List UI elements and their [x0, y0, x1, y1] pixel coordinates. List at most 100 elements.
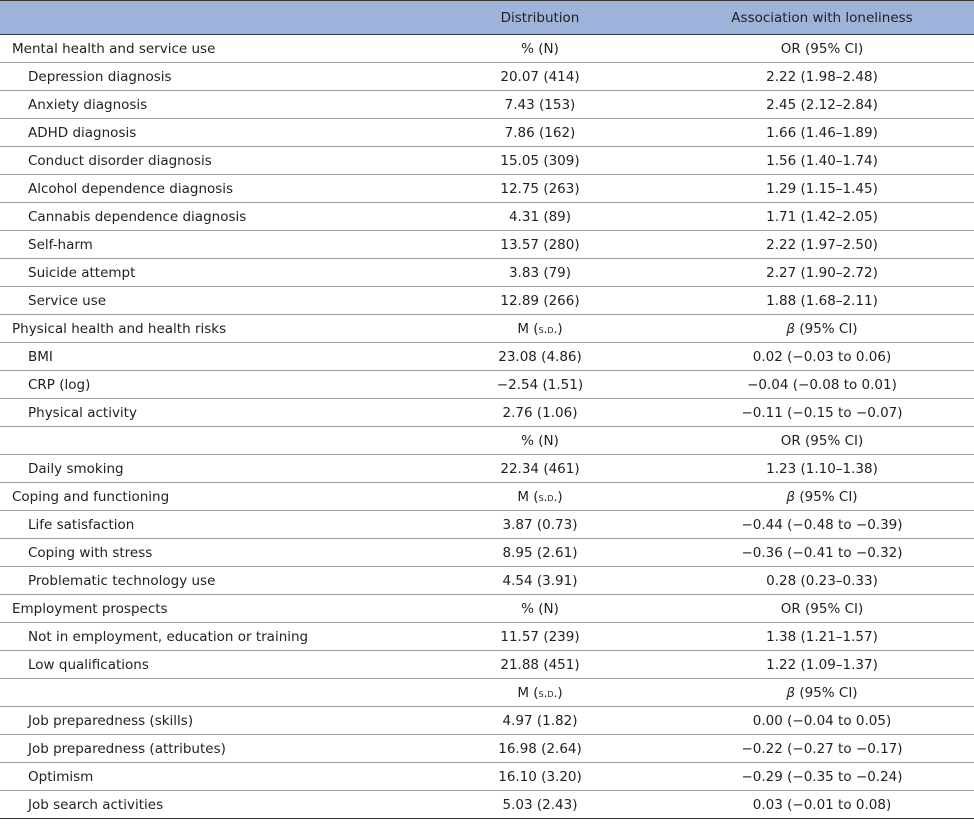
- association-cell: −0.04 (−0.08 to 0.01): [670, 370, 974, 399]
- distribution-cell: 3.83 (79): [410, 258, 670, 287]
- association-cell: −0.29 (−0.35 to −0.24): [670, 762, 974, 791]
- header-association: Association with loneliness: [670, 0, 974, 35]
- distribution-cell: M (s.d.): [410, 482, 670, 511]
- association-cell: β (95% CI): [670, 482, 974, 511]
- distribution-sd: s.d.: [538, 685, 558, 700]
- row-label: Job search activities: [0, 790, 410, 819]
- section-label: Mental health and service use: [0, 34, 410, 63]
- row-label: CRP (log): [0, 370, 410, 399]
- association-cell: 1.22 (1.09–1.37): [670, 650, 974, 679]
- distribution-sd: s.d.: [538, 321, 558, 336]
- row-label: Service use: [0, 286, 410, 315]
- distribution-suffix: ): [557, 488, 563, 505]
- distribution-cell: % (N): [410, 594, 670, 623]
- beta-symbol: β: [786, 320, 796, 337]
- distribution-cell: 12.75 (263): [410, 174, 670, 203]
- beta-symbol: β: [786, 684, 796, 701]
- table-row: Coping with stress 8.95 (2.61) −0.36 (−0.4…: [0, 538, 974, 567]
- table-row: Problematic technology use 4.54 (3.91) 0.2…: [0, 566, 974, 595]
- association-ci: (95% CI): [795, 684, 858, 701]
- association-cell: OR (95% CI): [670, 594, 974, 623]
- section-label: [0, 426, 410, 455]
- distribution-cell: 13.57 (280): [410, 230, 670, 259]
- distribution-cell: 4.54 (3.91): [410, 566, 670, 595]
- row-label: Problematic technology use: [0, 566, 410, 595]
- association-cell: 1.56 (1.40–1.74): [670, 146, 974, 175]
- distribution-cell: −2.54 (1.51): [410, 370, 670, 399]
- table-row: Self-harm 13.57 (280) 2.22 (1.97–2.50): [0, 230, 974, 259]
- row-label: Self-harm: [0, 230, 410, 259]
- association-cell: 1.29 (1.15–1.45): [670, 174, 974, 203]
- row-label: Suicide attempt: [0, 258, 410, 287]
- section-label: Physical health and health risks: [0, 314, 410, 343]
- distribution-cell: 11.57 (239): [410, 622, 670, 651]
- header-variable: [0, 0, 410, 35]
- distribution-prefix: M (: [517, 320, 539, 337]
- distribution-cell: 20.07 (414): [410, 62, 670, 91]
- section-row: Physical health and health risks M (s.d.)…: [0, 314, 974, 343]
- table-row: Optimism 16.10 (3.20) −0.29 (−0.35 to −0.2…: [0, 762, 974, 791]
- distribution-cell: 7.86 (162): [410, 118, 670, 147]
- row-label: ADHD diagnosis: [0, 118, 410, 147]
- section-row: Coping and functioning M (s.d.) β (95% CI): [0, 482, 974, 511]
- distribution-cell: 3.87 (0.73): [410, 510, 670, 539]
- distribution-cell: 22.34 (461): [410, 454, 670, 483]
- section-label: Employment prospects: [0, 594, 410, 623]
- association-cell: 1.88 (1.68–2.11): [670, 286, 974, 315]
- distribution-cell: 23.08 (4.86): [410, 342, 670, 371]
- association-cell: −0.44 (−0.48 to −0.39): [670, 510, 974, 539]
- table-row: Alcohol dependence diagnosis 12.75 (263) 1…: [0, 174, 974, 203]
- row-label: Optimism: [0, 762, 410, 791]
- association-cell: 1.71 (1.42–2.05): [670, 202, 974, 231]
- table-row: Job search activities 5.03 (2.43) 0.03 (−0…: [0, 790, 974, 819]
- row-label: Life satisfaction: [0, 510, 410, 539]
- distribution-prefix: M (: [517, 684, 539, 701]
- association-cell: 1.38 (1.21–1.57): [670, 622, 974, 651]
- association-cell: OR (95% CI): [670, 426, 974, 455]
- table-row: Suicide attempt 3.83 (79) 2.27 (1.90–2.72): [0, 258, 974, 287]
- distribution-cell: 16.10 (3.20): [410, 762, 670, 791]
- association-cell: OR (95% CI): [670, 34, 974, 63]
- association-cell: −0.36 (−0.41 to −0.32): [670, 538, 974, 567]
- distribution-prefix: M (: [517, 488, 539, 505]
- results-table: Distribution Association with loneliness…: [0, 0, 974, 819]
- association-ci: (95% CI): [795, 488, 858, 505]
- distribution-suffix: ): [557, 684, 563, 701]
- association-cell: 0.28 (0.23–0.33): [670, 566, 974, 595]
- table-row: ADHD diagnosis 7.86 (162) 1.66 (1.46–1.89): [0, 118, 974, 147]
- section-row: Mental health and service use% (N) OR (95…: [0, 34, 974, 63]
- association-cell: −0.22 (−0.27 to −0.17): [670, 734, 974, 763]
- distribution-sd: s.d.: [538, 489, 558, 504]
- table-row: CRP (log) −2.54 (1.51) −0.04 (−0.08 to 0.0…: [0, 370, 974, 399]
- table-row: Conduct disorder diagnosis 15.05 (309) 1.5…: [0, 146, 974, 175]
- table-row: BMI 23.08 (4.86) 0.02 (−0.03 to 0.06): [0, 342, 974, 371]
- row-label: Conduct disorder diagnosis: [0, 146, 410, 175]
- association-cell: 1.23 (1.10–1.38): [670, 454, 974, 483]
- association-cell: 2.45 (2.12–2.84): [670, 90, 974, 119]
- distribution-cell: 5.03 (2.43): [410, 790, 670, 819]
- association-cell: 2.22 (1.97–2.50): [670, 230, 974, 259]
- section-row: Employment prospects% (N) OR (95% CI): [0, 594, 974, 623]
- row-label: Depression diagnosis: [0, 62, 410, 91]
- association-cell: 0.00 (−0.04 to 0.05): [670, 706, 974, 735]
- row-label: BMI: [0, 342, 410, 371]
- row-label: Not in employment, education or training: [0, 622, 410, 651]
- table-row: Low qualifications 21.88 (451) 1.22 (1.09–…: [0, 650, 974, 679]
- association-cell: β (95% CI): [670, 314, 974, 343]
- table-row: Daily smoking 22.34 (461) 1.23 (1.10–1.38): [0, 454, 974, 483]
- distribution-cell: % (N): [410, 34, 670, 63]
- association-ci: (95% CI): [795, 320, 858, 337]
- section-label: [0, 678, 410, 707]
- distribution-cell: 15.05 (309): [410, 146, 670, 175]
- distribution-cell: 2.76 (1.06): [410, 398, 670, 427]
- row-label: Physical activity: [0, 398, 410, 427]
- row-label: Coping with stress: [0, 538, 410, 567]
- distribution-cell: 12.89 (266): [410, 286, 670, 315]
- row-label: Anxiety diagnosis: [0, 90, 410, 119]
- row-label: Alcohol dependence diagnosis: [0, 174, 410, 203]
- distribution-cell: M (s.d.): [410, 678, 670, 707]
- table-row: Not in employment, education or training…: [0, 622, 974, 651]
- distribution-cell: 4.97 (1.82): [410, 706, 670, 735]
- distribution-cell: % (N): [410, 426, 670, 455]
- distribution-cell: M (s.d.): [410, 314, 670, 343]
